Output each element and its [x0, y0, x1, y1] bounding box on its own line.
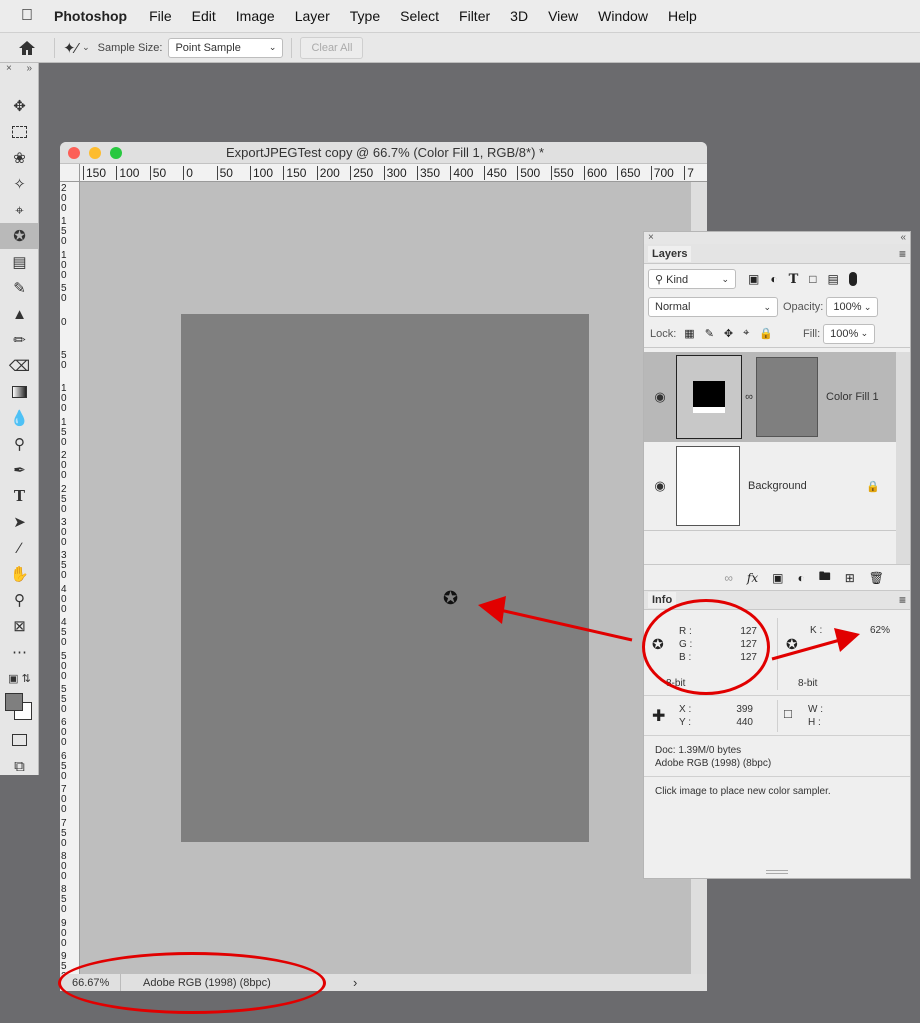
annotation-arrow-to-k: [771, 628, 860, 661]
annotation-arrows: [478, 596, 860, 661]
annotation-arrow-to-cursor: [478, 596, 633, 642]
foreground-color-swatch[interactable]: [5, 693, 23, 711]
